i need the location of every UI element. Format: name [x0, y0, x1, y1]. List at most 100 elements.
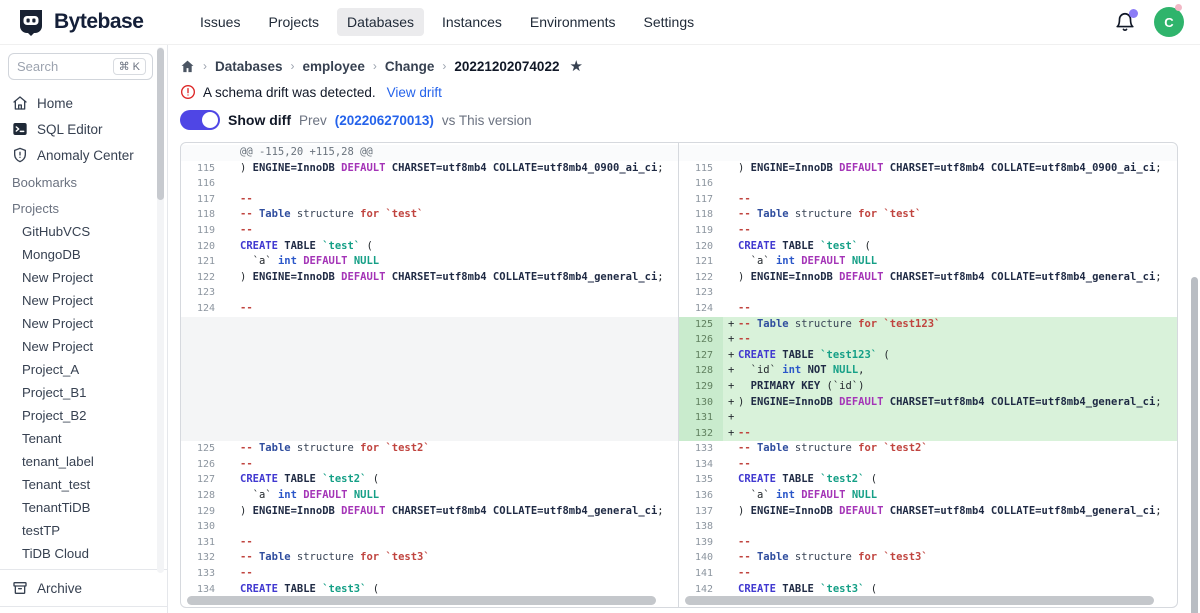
view-drift-link[interactable]: View drift [387, 85, 442, 100]
nav-link-settings[interactable]: Settings [634, 8, 705, 36]
diff-marker [225, 239, 240, 255]
schema-diff-viewer: @@ -115,20 +115,28 @@115) ENGINE=InnoDB … [180, 142, 1178, 608]
diff-marker [225, 582, 240, 598]
diff-marker: + [723, 410, 738, 426]
search-input[interactable]: Search ⌘ K [8, 53, 153, 80]
diff-code-row: 139-- [679, 535, 1177, 551]
show-diff-toggle[interactable] [180, 110, 220, 130]
code-line: -- [738, 223, 1177, 239]
project-item[interactable]: TiDB Cloud [8, 542, 153, 565]
diff-marker [225, 566, 240, 582]
sidebar-item-archive[interactable]: Archive [8, 574, 153, 602]
breadcrumb: › Databases › employee › Change › 202212… [180, 57, 1200, 75]
diff-marker [225, 254, 240, 270]
diff-code-row: 122) ENGINE=InnoDB DEFAULT CHARSET=utf8m… [181, 270, 678, 286]
diff-filler-row [181, 363, 678, 379]
diff-marker [723, 457, 738, 473]
project-item[interactable]: Tenant [8, 427, 153, 450]
page-scrollbar-thumb[interactable] [1191, 277, 1198, 613]
diff-code-row: 141-- [679, 566, 1177, 582]
diff-marker [225, 145, 240, 161]
code-line: -- [240, 457, 678, 473]
project-item[interactable]: New Project [8, 266, 153, 289]
horizontal-scrollbar-thumb[interactable] [187, 596, 656, 605]
diff-code-row: 131-- [181, 535, 678, 551]
diff-code-row: 123 [181, 285, 678, 301]
line-number: 132 [679, 426, 723, 442]
sidebar-item-label: SQL Editor [37, 122, 103, 137]
project-item[interactable]: New Project [8, 289, 153, 312]
nav-link-projects[interactable]: Projects [258, 8, 329, 36]
star-icon[interactable]: ★ [569, 57, 582, 75]
project-item[interactable]: Project_B1 [8, 381, 153, 404]
line-number [181, 410, 225, 426]
nav-link-instances[interactable]: Instances [432, 8, 512, 36]
project-item[interactable]: tenant_label [8, 450, 153, 473]
line-number: 135 [679, 472, 723, 488]
diff-filler-row [181, 395, 678, 411]
diff-added-row: 127+CREATE TABLE `test123` ( [679, 348, 1177, 364]
code-line: CREATE TABLE `test` ( [240, 239, 678, 255]
project-item[interactable]: TenantTiDB [8, 496, 153, 519]
line-number [181, 145, 225, 161]
code-line: -- [738, 301, 1177, 317]
code-line: ) ENGINE=InnoDB DEFAULT CHARSET=utf8mb4 … [738, 395, 1177, 411]
line-number: 116 [679, 176, 723, 192]
project-item[interactable]: Tenant_test [8, 473, 153, 496]
horizontal-scrollbar [187, 596, 670, 605]
project-item[interactable]: New Project [8, 335, 153, 358]
nav-link-issues[interactable]: Issues [190, 8, 250, 36]
diff-code-row: 132-- Table structure for `test3` [181, 550, 678, 566]
line-number: 120 [181, 239, 225, 255]
project-item[interactable]: MongoDB [8, 243, 153, 266]
sidebar-scrollbar-thumb[interactable] [157, 48, 164, 200]
code-line [738, 176, 1177, 192]
line-number: 121 [679, 254, 723, 270]
sidebar-item-anomaly-center[interactable]: Anomaly Center [8, 142, 153, 168]
horizontal-scrollbar-thumb[interactable] [685, 596, 1154, 605]
code-line: -- [738, 566, 1177, 582]
project-item[interactable]: Project_A [8, 358, 153, 381]
nav-link-environments[interactable]: Environments [520, 8, 626, 36]
diff-marker [225, 223, 240, 239]
home-icon[interactable] [180, 59, 195, 74]
diff-code-row: 136 `a` int DEFAULT NULL [679, 488, 1177, 504]
diff-marker: + [723, 426, 738, 442]
user-avatar[interactable]: C [1154, 7, 1184, 37]
prev-version-link[interactable]: (202206270013) [335, 113, 434, 128]
breadcrumb-change[interactable]: Change [385, 59, 435, 74]
toggle-knob [202, 112, 218, 128]
diff-code-row: 115) ENGINE=InnoDB DEFAULT CHARSET=utf8m… [679, 161, 1177, 177]
line-number: 119 [181, 223, 225, 239]
notifications-button[interactable] [1114, 11, 1136, 33]
diff-marker [723, 285, 738, 301]
sidebar-section-bookmarks[interactable]: Bookmarks [8, 168, 153, 194]
project-item[interactable]: testTP [8, 519, 153, 542]
line-number: 137 [679, 504, 723, 520]
code-line: ) ENGINE=InnoDB DEFAULT CHARSET=utf8mb4 … [738, 270, 1177, 286]
diff-marker [723, 519, 738, 535]
breadcrumb-separator: › [373, 59, 377, 73]
project-item[interactable]: New Project [8, 312, 153, 335]
line-number: 131 [679, 410, 723, 426]
diff-marker [225, 379, 240, 395]
breadcrumb-employee[interactable]: employee [303, 59, 365, 74]
project-item[interactable]: Project_B2 [8, 404, 153, 427]
shield-icon [12, 147, 28, 163]
sidebar-section-projects[interactable]: Projects [8, 194, 153, 220]
diff-code-row: 128 `a` int DEFAULT NULL [181, 488, 678, 504]
diff-marker [723, 535, 738, 551]
diff-marker [225, 426, 240, 442]
project-item[interactable]: GitHubVCS [8, 220, 153, 243]
code-line: CREATE TABLE `test2` ( [240, 472, 678, 488]
bytebase-logo[interactable]: Bytebase [16, 7, 176, 37]
nav-link-databases[interactable]: Databases [337, 8, 424, 36]
diff-filler-row [181, 332, 678, 348]
sidebar-item-sql-editor[interactable]: SQL Editor [8, 116, 153, 142]
diff-code-row: 133-- Table structure for `test2` [679, 441, 1177, 457]
sidebar-item-home[interactable]: Home [8, 90, 153, 116]
diff-marker [723, 550, 738, 566]
line-number [181, 395, 225, 411]
diff-code-row: 117-- [679, 192, 1177, 208]
breadcrumb-databases[interactable]: Databases [215, 59, 283, 74]
